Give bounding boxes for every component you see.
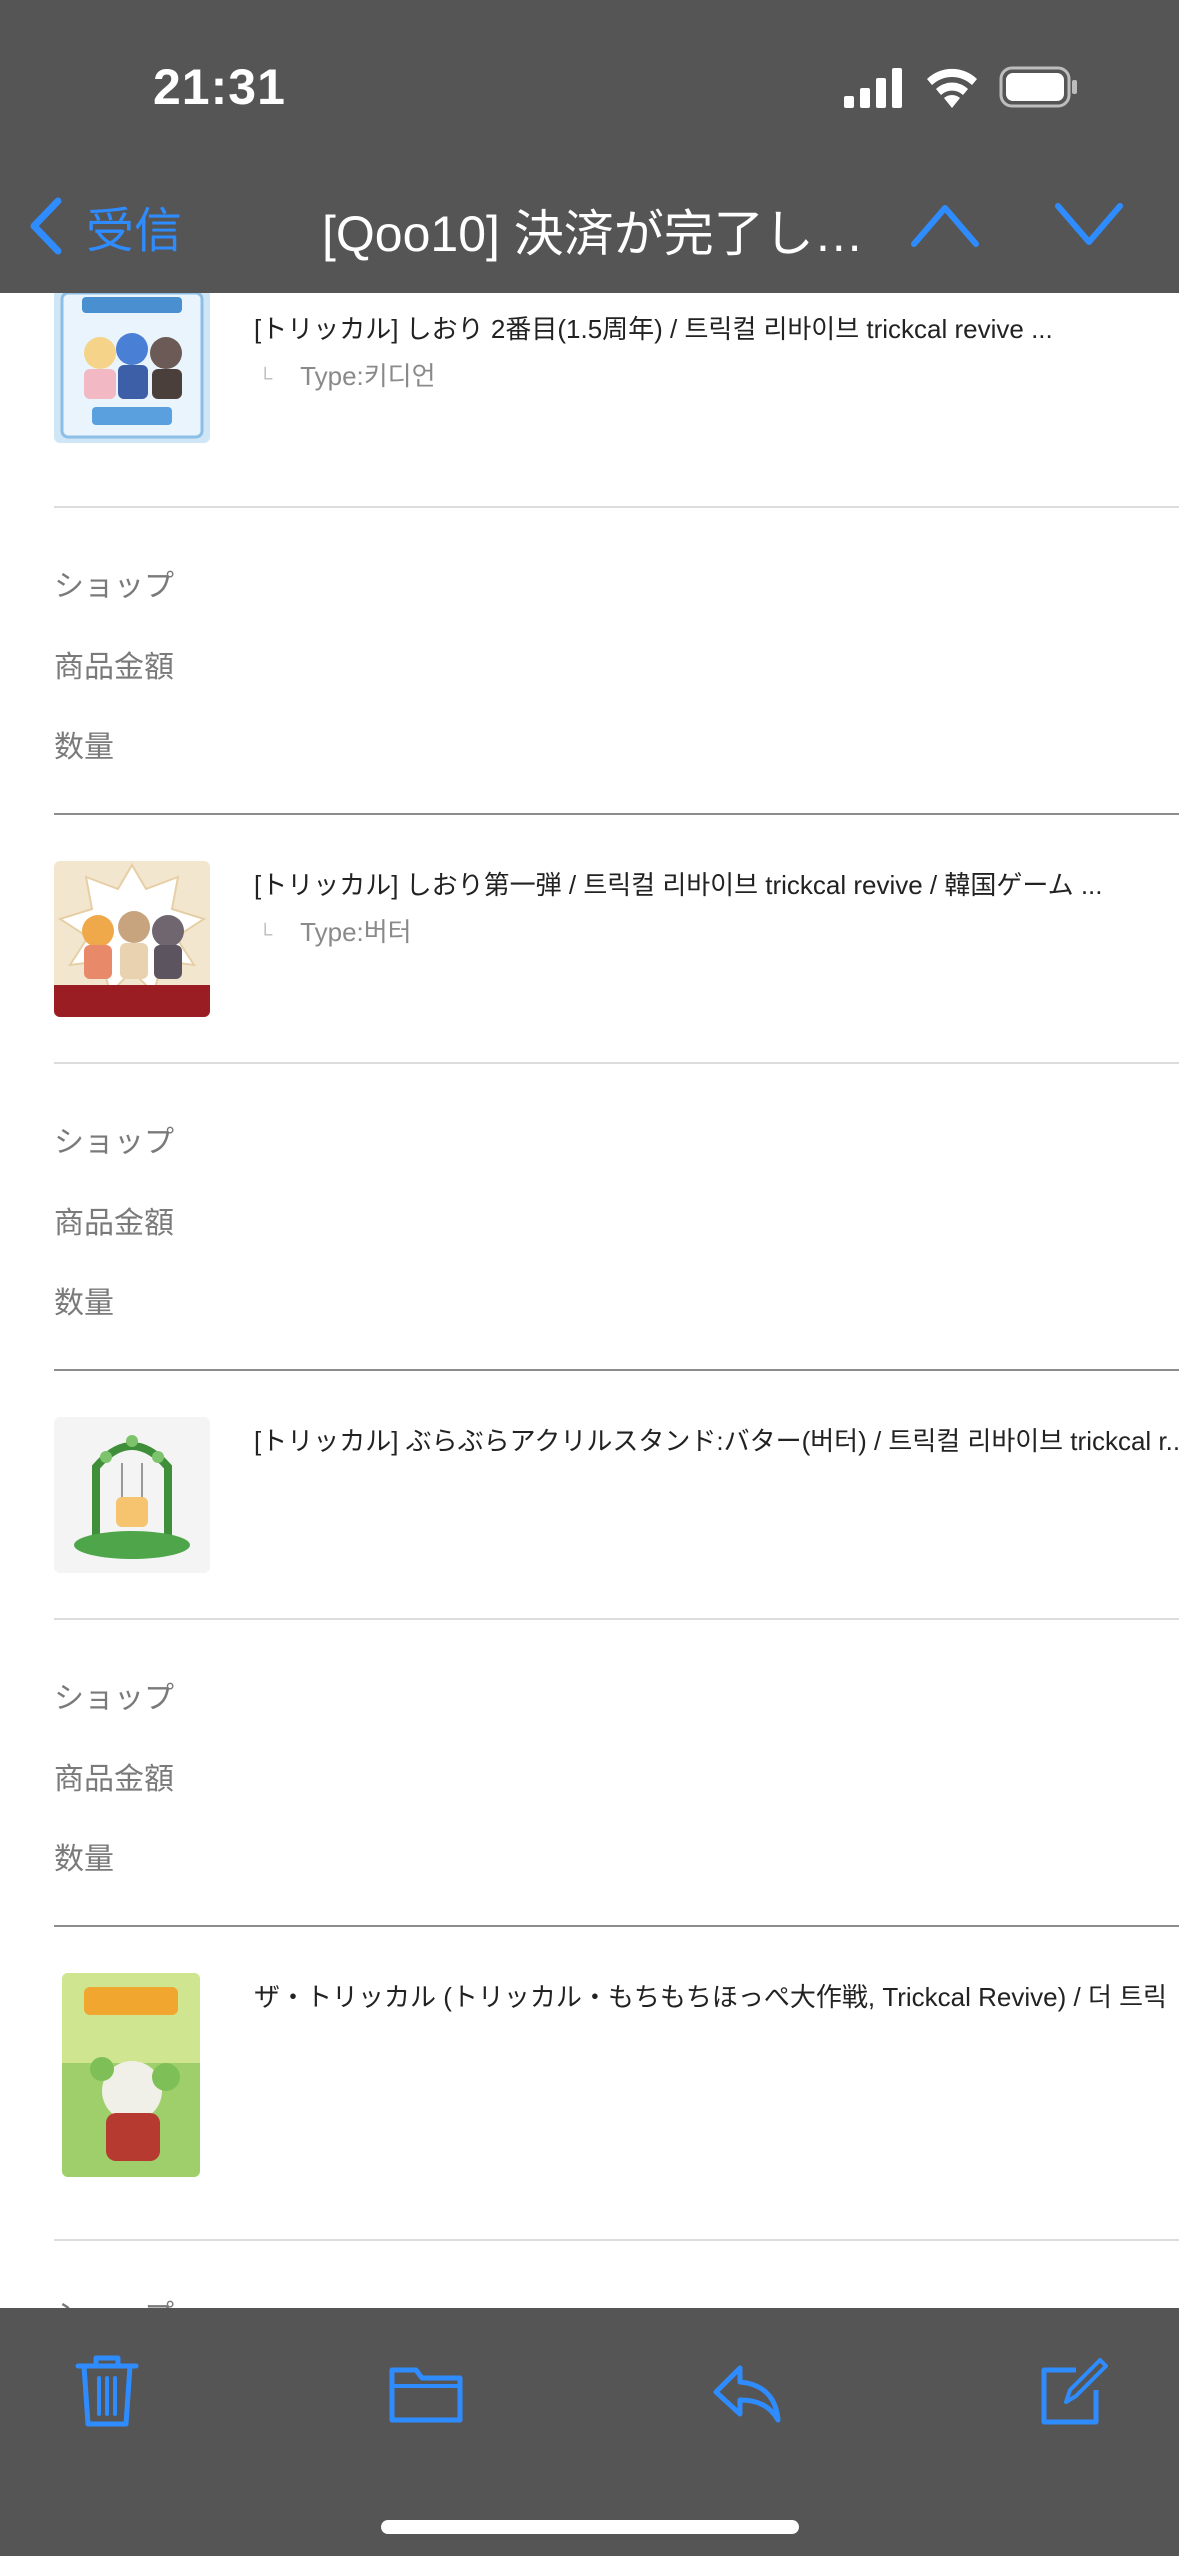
shop-label: ショップ	[54, 1126, 174, 1159]
acrylic-stand-image	[54, 1417, 210, 1573]
shop-label: ショップ	[54, 1682, 174, 1715]
quantity-label: 数量	[54, 1287, 114, 1320]
quantity-label: 数量	[54, 1843, 114, 1876]
section-divider	[54, 1369, 1179, 1371]
status-time: 21:31	[153, 59, 286, 115]
shop-label-partial: ショップ	[54, 2291, 174, 2308]
price-label: 商品金額	[54, 1763, 174, 1796]
compose-icon[interactable]	[1036, 2350, 1108, 2430]
product-thumbnail[interactable]	[54, 293, 210, 443]
divider	[54, 1062, 1179, 1064]
divider	[54, 2239, 1179, 2241]
product-option: └ Type:버터	[258, 912, 412, 949]
wifi-icon	[927, 68, 977, 108]
folder-icon[interactable]	[388, 2350, 464, 2430]
product-option: └ Type:키디언	[258, 356, 436, 393]
product-name[interactable]: ザ・トリッカル (トリッカル・もちもちほっぺ大作戦, Trickcal Revi…	[254, 1977, 1167, 2014]
product-thumbnail[interactable]	[54, 1417, 210, 1573]
product-thumbnail[interactable]	[54, 861, 210, 1017]
product-name[interactable]: [トリッカル] しおり 2番目(1.5周年) / 트릭컬 리바이브 trickc…	[254, 309, 1053, 346]
bottom-toolbar	[0, 2308, 1179, 2556]
game-cover-image	[62, 1973, 200, 2177]
home-indicator[interactable]	[381, 2520, 799, 2534]
battery-icon	[999, 66, 1077, 108]
previous-message-chevron-up-icon[interactable]	[908, 200, 982, 250]
corner-icon: └	[258, 924, 273, 946]
reply-icon[interactable]	[710, 2350, 784, 2430]
product-thumbnail[interactable]	[62, 1973, 200, 2177]
cellular-signal-icon	[844, 68, 902, 108]
nav-title: [Qoo10] 決済が完了し…	[322, 206, 862, 262]
price-label: 商品金額	[54, 1207, 174, 1240]
quantity-label: 数量	[54, 731, 114, 764]
section-divider	[54, 813, 1179, 815]
email-body[interactable]: [トリッカル] しおり 2番目(1.5周年) / 트릭컬 리바이브 trickc…	[0, 293, 1179, 2308]
divider	[54, 1618, 1179, 1620]
bookmark-image	[54, 293, 210, 443]
product-option-value: Type:키디언	[300, 361, 436, 391]
product-name[interactable]: [トリッカル] ぶらぶらアクリルスタンド:バター(버터) / 트릭컬 리바이브 …	[254, 1421, 1179, 1458]
bookmark-image	[54, 861, 210, 1017]
back-button[interactable]: 受信	[26, 196, 182, 258]
top-bar: 21:31 受信 [Qoo10] 決済が完了し…	[0, 0, 1179, 293]
next-message-chevron-down-icon[interactable]	[1052, 200, 1126, 250]
divider	[54, 506, 1179, 508]
product-name[interactable]: [トリッカル] しおり第一弾 / 트릭컬 리바이브 trickcal reviv…	[254, 865, 1103, 902]
corner-icon: └	[258, 368, 273, 390]
product-option-value: Type:버터	[300, 917, 412, 947]
shop-label: ショップ	[54, 570, 174, 603]
back-button-label: 受信	[86, 205, 183, 258]
trash-icon[interactable]	[72, 2350, 142, 2430]
price-label: 商品金額	[54, 651, 174, 684]
chevron-left-icon	[30, 197, 62, 255]
section-divider	[54, 1925, 1179, 1927]
